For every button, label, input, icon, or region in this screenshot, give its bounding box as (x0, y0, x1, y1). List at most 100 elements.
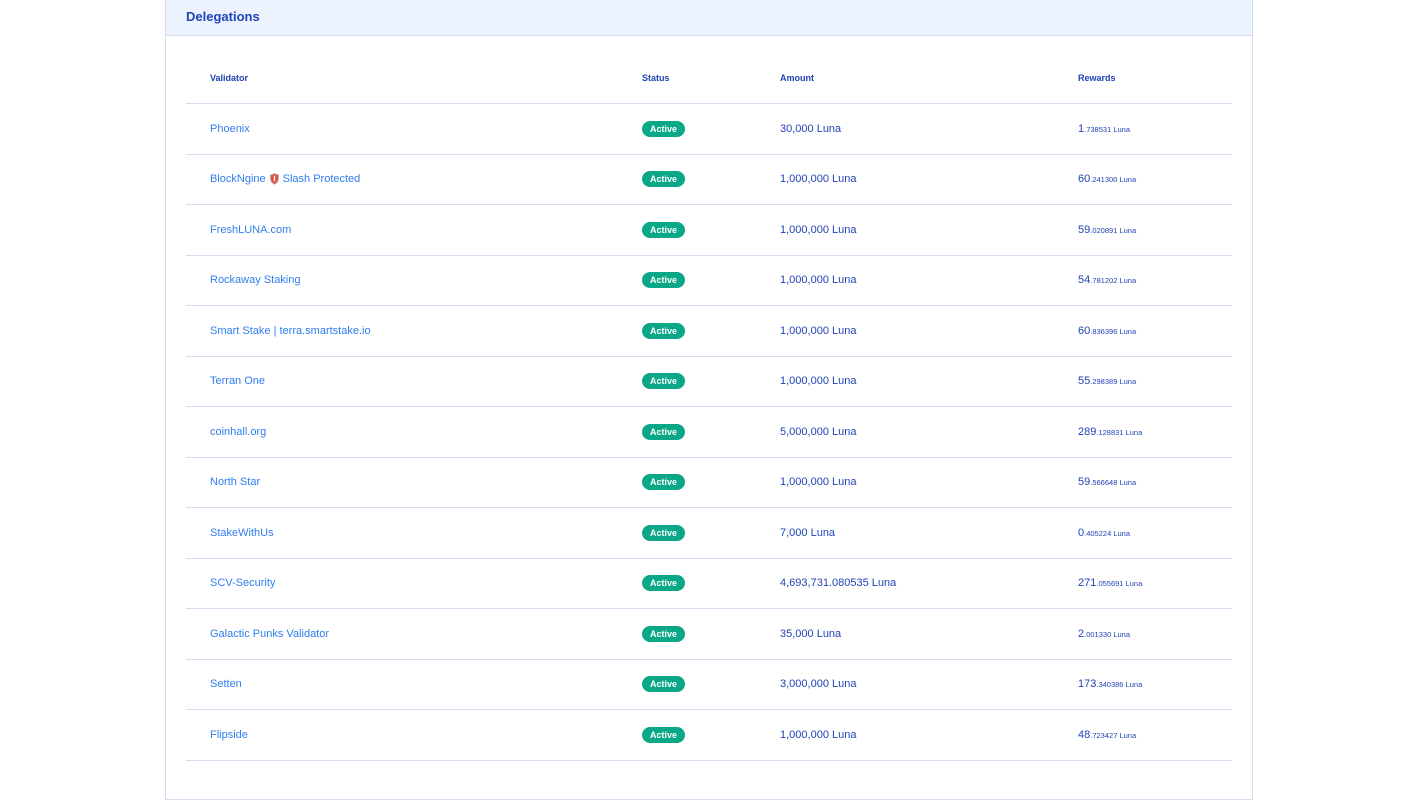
validator-link[interactable]: BlockNgine Slash Protected (210, 173, 360, 185)
reward-decimal: .405224 Luna (1084, 528, 1131, 538)
reward-value: 59.020891 Luna (1078, 224, 1136, 236)
validator-link[interactable]: Flipside (210, 729, 248, 741)
table-row: StakeWithUs Active 7,000 Luna 0.405224 L… (186, 508, 1232, 559)
validator-link[interactable]: Phoenix (210, 123, 250, 135)
validator-link[interactable]: StakeWithUs (210, 527, 274, 539)
table-body: Phoenix Active 30,000 Luna 1.738531 Luna… (186, 104, 1232, 761)
table-row: Galactic Punks Validator Active 35,000 L… (186, 609, 1232, 660)
amount-value: 1,000,000 Luna (780, 728, 857, 741)
table-row: North Star Active 1,000,000 Luna 59.5666… (186, 458, 1232, 508)
shield-icon (269, 173, 279, 186)
validator-name: FreshLUNA.com (210, 223, 292, 236)
amount-value: 1,000,000 Luna (780, 375, 857, 388)
validator-link[interactable]: coinhall.org (210, 426, 266, 438)
validator-name: Galactic Punks Validator (210, 627, 330, 640)
validator-link[interactable]: Smart Stake | terra.smartstake.io (210, 325, 371, 337)
reward-decimal: .241300 Luna (1090, 175, 1137, 185)
reward-decimal: .020891 Luna (1090, 225, 1137, 235)
validator-link[interactable]: Setten (210, 678, 242, 690)
status-badge: Active (642, 676, 686, 693)
column-header-rewards: Rewards (1078, 73, 1116, 83)
delegations-card: Delegations Validator Status Amount Rewa… (165, 0, 1253, 800)
table-row: coinhall.org Active 5,000,000 Luna 289.1… (186, 407, 1232, 458)
amount-value: 1,000,000 Luna (780, 476, 857, 489)
reward-integer: 48 (1078, 728, 1091, 741)
validator-name: Terran One (210, 375, 266, 388)
table-row: Setten Active 3,000,000 Luna 173.340386 … (186, 660, 1232, 710)
reward-value: 2.001330 Luna (1078, 628, 1130, 640)
table-row: SCV-Security Active 4,693,731.080535 Lun… (186, 559, 1232, 609)
status-badge: Active (642, 726, 686, 743)
amount-value: 5,000,000 Luna (780, 425, 857, 438)
status-badge: Active (642, 120, 686, 137)
validator-link[interactable]: Rockaway Staking (210, 274, 301, 286)
table-row: Flipside Active 1,000,000 Luna 48.723427… (186, 710, 1232, 761)
reward-decimal: .128831 Luna (1096, 427, 1143, 437)
validator-name: Phoenix (210, 122, 250, 135)
reward-decimal: .298389 Luna (1090, 377, 1137, 387)
validator-name: Rockaway Staking (210, 274, 301, 287)
validator-name: Setten (210, 678, 242, 691)
column-header-status: Status (642, 73, 670, 83)
amount-value: 1,000,000 Luna (780, 274, 857, 287)
reward-value: 173.340386 Luna (1078, 678, 1142, 690)
table-header: Validator Status Amount Rewards (186, 36, 1232, 104)
reward-decimal: .723427 Luna (1090, 730, 1137, 740)
status-badge: Active (642, 373, 686, 390)
reward-integer: 59 (1078, 476, 1091, 489)
amount-value: 7,000 Luna (780, 526, 836, 539)
reward-decimal: .781202 Luna (1090, 276, 1137, 286)
reward-integer: 55 (1078, 375, 1091, 388)
validator-link[interactable]: Galactic Punks Validator (210, 628, 329, 640)
column-header-validator: Validator (210, 73, 249, 83)
validator-name: BlockNgine (210, 173, 266, 186)
reward-integer: 173 (1078, 678, 1097, 691)
table-row: Terran One Active 1,000,000 Luna 55.2983… (186, 357, 1232, 407)
reward-decimal: .738531 Luna (1084, 124, 1131, 134)
amount-value: 1,000,000 Luna (780, 324, 857, 337)
reward-decimal: .836396 Luna (1090, 326, 1137, 336)
column-header-amount: Amount (780, 73, 814, 83)
validator-link[interactable]: Terran One (210, 375, 265, 387)
table-row: Smart Stake | terra.smartstake.io Active… (186, 306, 1232, 357)
amount-value: 30,000 Luna (780, 122, 842, 135)
status-badge: Active (642, 171, 686, 188)
validator-name: Flipside (210, 728, 248, 741)
table-row: Rockaway Staking Active 1,000,000 Luna 5… (186, 256, 1232, 306)
validator-link[interactable]: North Star (210, 476, 260, 488)
reward-value: 59.566648 Luna (1078, 476, 1136, 488)
validator-link[interactable]: SCV-Security (210, 577, 275, 589)
validator-name: SCV-Security (210, 577, 276, 590)
validator-name: StakeWithUs (210, 526, 274, 539)
reward-value: 0.405224 Luna (1078, 527, 1130, 539)
delegations-table: Validator Status Amount Rewards Phoenix … (186, 36, 1232, 761)
validator-link[interactable]: FreshLUNA.com (210, 224, 291, 236)
amount-value: 1,000,000 Luna (780, 173, 857, 186)
card-header: Delegations (166, 0, 1252, 36)
reward-integer: 289 (1078, 425, 1097, 438)
status-badge: Active (642, 322, 686, 339)
reward-integer: 60 (1078, 173, 1091, 186)
amount-value: 4,693,731.080535 Luna (780, 577, 897, 590)
amount-value: 1,000,000 Luna (780, 223, 857, 236)
status-badge: Active (642, 625, 686, 642)
reward-decimal: .566648 Luna (1090, 478, 1137, 488)
validator-name: coinhall.org (210, 425, 267, 438)
validator-suffix: Slash Protected (282, 173, 361, 186)
status-badge: Active (642, 221, 686, 238)
table-row: Phoenix Active 30,000 Luna 1.738531 Luna (186, 104, 1232, 155)
reward-value: 289.128831 Luna (1078, 426, 1142, 438)
status-badge: Active (642, 575, 686, 592)
reward-integer: 59 (1078, 223, 1091, 236)
amount-value: 35,000 Luna (780, 627, 842, 640)
reward-decimal: .001330 Luna (1084, 629, 1131, 639)
table-row: FreshLUNA.com Active 1,000,000 Luna 59.0… (186, 205, 1232, 256)
reward-value: 60.836396 Luna (1078, 325, 1136, 337)
reward-value: 48.723427 Luna (1078, 729, 1136, 741)
reward-integer: 271 (1078, 577, 1097, 590)
reward-value: 54.781202 Luna (1078, 274, 1136, 286)
reward-integer: 60 (1078, 324, 1091, 337)
amount-value: 3,000,000 Luna (780, 678, 857, 691)
status-badge: Active (642, 524, 686, 541)
validator-name: Smart Stake | terra.smartstake.io (210, 324, 371, 337)
